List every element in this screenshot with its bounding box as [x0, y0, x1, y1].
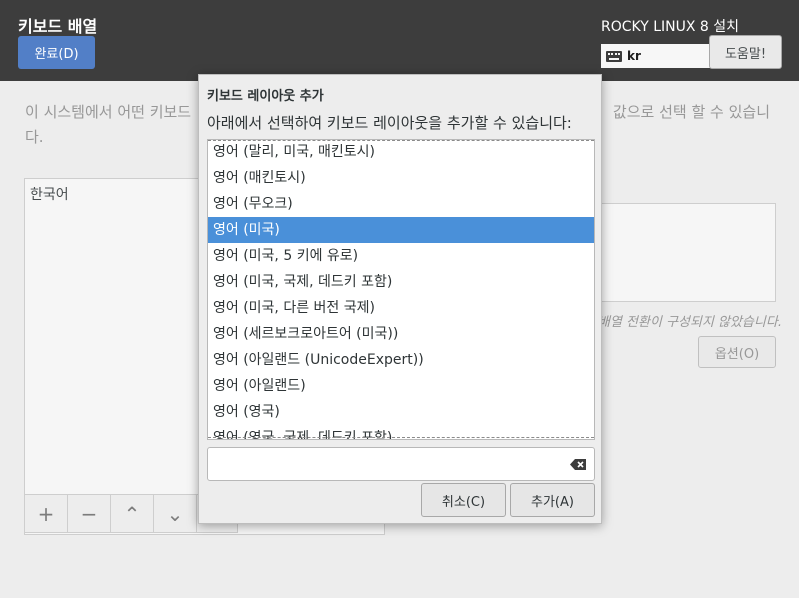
layout-options-inner: 영어 (말리, 미국, 매킨토시) 영어 (매킨토시) 영어 (무오크) 영어 (미국…	[208, 140, 594, 439]
layout-options-list[interactable]: 영어 (말리, 미국, 매킨토시) 영어 (매킨토시) 영어 (무오크) 영어 (미국…	[207, 139, 595, 440]
add-button[interactable]: 추가(A)	[510, 483, 595, 517]
list-item[interactable]: 영어 (아일랜드)	[208, 373, 594, 399]
list-item[interactable]: 영어 (무오크)	[208, 191, 594, 217]
list-item[interactable]: 영어 (영국, 국제, 데드키 포함)	[208, 425, 594, 439]
list-item[interactable]: 영어 (영국)	[208, 399, 594, 425]
clear-icon[interactable]	[570, 459, 586, 470]
list-item[interactable]: 영어 (미국, 다른 버전 국제)	[208, 295, 594, 321]
dialog-description: 아래에서 선택하여 키보드 레이아웃을 추가할 수 있습니다:	[207, 114, 572, 132]
add-layout-dialog: 키보드 레이아웃 추가 아래에서 선택하여 키보드 레이아웃을 추가할 수 있습…	[198, 74, 602, 524]
search-field[interactable]	[207, 447, 595, 481]
search-input[interactable]	[214, 454, 564, 474]
dialog-title: 키보드 레이아웃 추가	[207, 89, 324, 104]
list-item[interactable]: 영어 (미국)	[208, 217, 594, 243]
list-item[interactable]: 영어 (미국, 5 키에 유로)	[208, 243, 594, 269]
cancel-button[interactable]: 취소(C)	[421, 483, 506, 517]
list-item[interactable]: 영어 (미국, 국제, 데드키 포함)	[208, 269, 594, 295]
list-item[interactable]: 영어 (세르보크로아트어 (미국))	[208, 321, 594, 347]
list-item[interactable]: 영어 (아일랜드 (UnicodeExpert))	[208, 347, 594, 373]
list-item[interactable]: 영어 (말리, 미국, 매킨토시)	[208, 140, 594, 165]
list-item[interactable]: 영어 (매킨토시)	[208, 165, 594, 191]
